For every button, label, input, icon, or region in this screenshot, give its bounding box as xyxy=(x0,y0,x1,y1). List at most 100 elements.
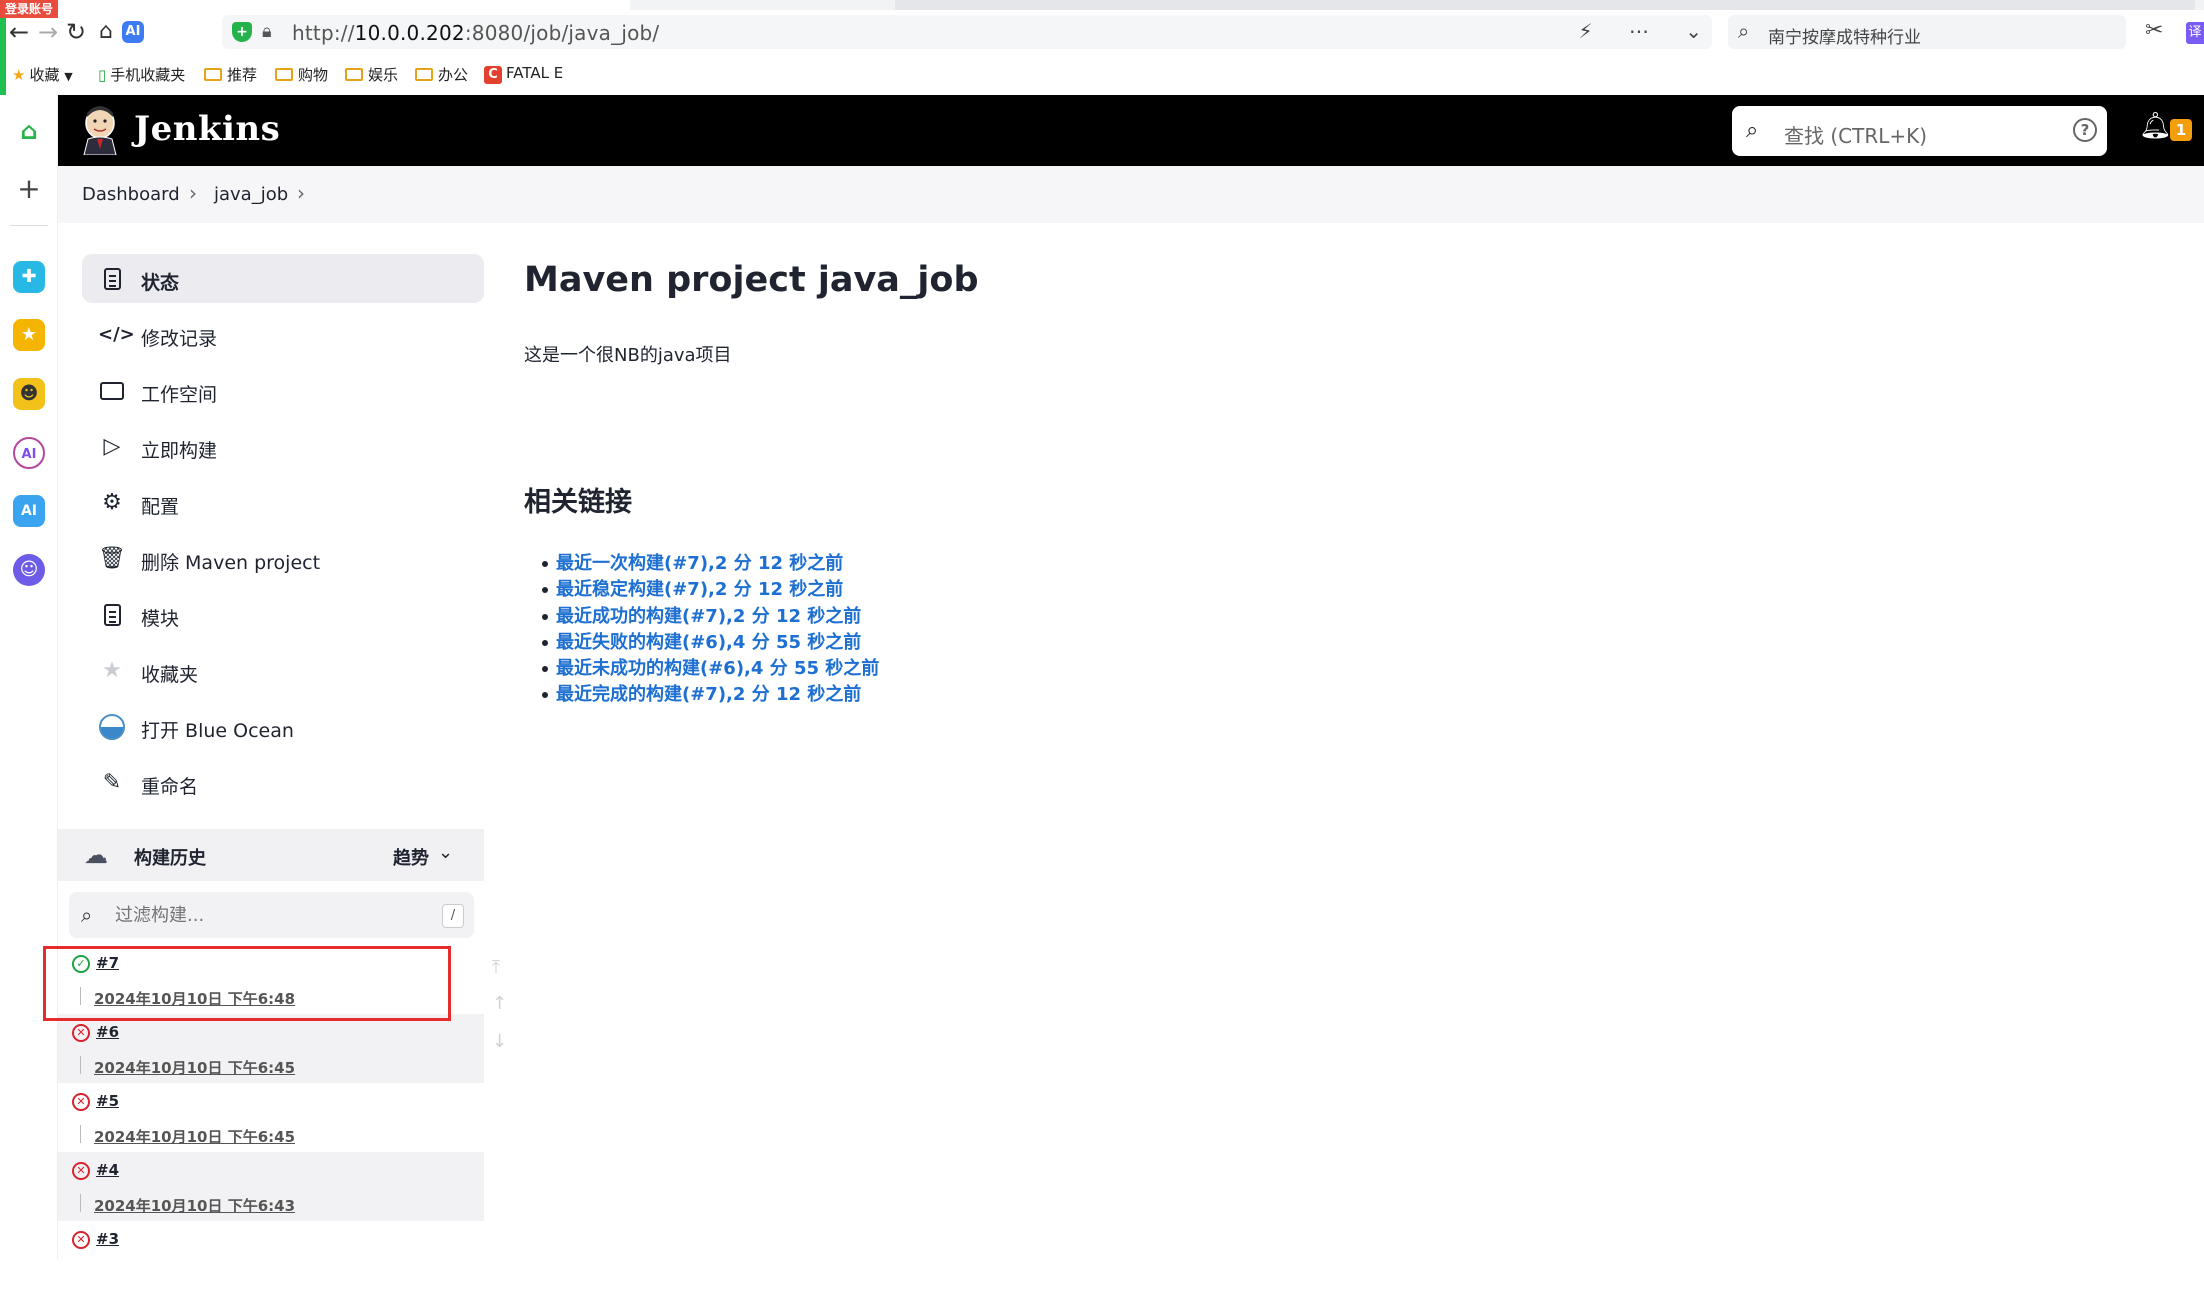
task-status[interactable]: 状态 xyxy=(82,254,484,303)
bookmark-folder-recommend[interactable]: 推荐 xyxy=(204,64,257,85)
chevron-right-icon[interactable]: › xyxy=(297,181,305,205)
build-number-link[interactable]: #6 xyxy=(96,1023,119,1041)
browser-tab[interactable] xyxy=(895,0,2195,10)
security-shield-icon[interactable]: + xyxy=(232,22,252,42)
link-last-unsuccessful-build[interactable]: 最近未成功的构建(#6),4 分 55 秒之前 xyxy=(556,658,879,679)
url-prefix: http:// xyxy=(292,21,355,45)
bell-icon[interactable]: 🔔︎ xyxy=(2139,111,2172,141)
task-label: 打开 Blue Ocean xyxy=(141,720,294,742)
task-rename[interactable]: ✎ 重命名 xyxy=(82,758,484,807)
browser-search-box[interactable]: ⌕ 南宁按摩成特种行业 xyxy=(1728,15,2126,49)
scroll-down-icon[interactable]: ↓ xyxy=(492,1031,507,1052)
build-date-link[interactable]: 2024年10月10日 下午6:43 xyxy=(94,1195,295,1216)
build-row[interactable]: ✕ #5 2024年10月10日 下午6:45 xyxy=(58,1083,484,1152)
build-row[interactable]: ✕ #6 2024年10月10日 下午6:45 xyxy=(58,1014,484,1083)
bookmark-fatal[interactable]: C FATAL E xyxy=(484,64,563,84)
caret-down-icon[interactable]: ▼ xyxy=(64,70,72,83)
tab-strip xyxy=(0,0,2204,10)
document-icon xyxy=(98,265,126,293)
play-icon: ▷ xyxy=(103,434,121,459)
app-icon-chat[interactable]: ☺ xyxy=(13,554,45,586)
address-bar[interactable]: + 🔒︎ http://10.0.0.202:8080/job/java_job… xyxy=(222,15,1712,49)
fatal-icon: C xyxy=(484,66,502,84)
breadcrumb-dashboard[interactable]: Dashboard xyxy=(82,184,180,205)
ai-assistant-icon[interactable]: AI xyxy=(122,21,144,43)
task-delete-project[interactable]: 🗑︎ 删除 Maven project xyxy=(82,534,484,583)
task-label: 立即构建 xyxy=(141,440,218,462)
link-last-completed-build[interactable]: 最近完成的构建(#7),2 分 12 秒之前 xyxy=(556,684,861,705)
scroll-top-icon[interactable]: ⤒ xyxy=(492,957,500,978)
build-number-link[interactable]: #4 xyxy=(96,1161,119,1179)
build-date-link[interactable]: 2024年10月10日 下午6:45 xyxy=(94,1126,295,1147)
search-icon: ⌕ xyxy=(1746,118,1759,143)
breadcrumb-java-job[interactable]: java_job xyxy=(214,184,288,205)
add-icon[interactable]: + xyxy=(13,173,45,205)
breadcrumb: Dashboard › java_job › xyxy=(58,166,2204,223)
translate-button[interactable]: 译 xyxy=(2186,22,2204,44)
folder-icon xyxy=(415,68,433,81)
bookmark-mobile[interactable]: ▯ 手机收藏夹 xyxy=(98,64,185,85)
notification-badge[interactable]: 1 xyxy=(2170,119,2192,141)
trend-button[interactable]: 趋势 xyxy=(393,844,429,870)
app-icon-ai-circle[interactable]: AI xyxy=(13,437,45,469)
scissors-icon[interactable]: ✂ xyxy=(2145,18,2163,43)
task-changes[interactable]: </> 修改记录 xyxy=(82,310,484,359)
task-build-now[interactable]: ▷ 立即构建 xyxy=(82,422,484,471)
trash-icon: 🗑︎ xyxy=(98,546,126,571)
folder-icon xyxy=(204,68,222,81)
back-icon[interactable]: ← xyxy=(5,18,33,46)
url-text[interactable]: http://10.0.0.202:8080/job/java_job/ xyxy=(292,21,659,45)
help-icon[interactable]: ? xyxy=(2073,118,2097,142)
list-item: 最近失败的构建(#6),4 分 55 秒之前 xyxy=(541,630,879,656)
reload-icon[interactable]: ↻ xyxy=(62,18,90,46)
browser-tab-active[interactable] xyxy=(60,0,630,10)
link-last-build[interactable]: 最近一次构建(#7),2 分 12 秒之前 xyxy=(556,553,843,574)
link-last-stable-build[interactable]: 最近稳定构建(#7),2 分 12 秒之前 xyxy=(556,579,843,600)
more-icon[interactable]: ⋯ xyxy=(1629,19,1649,43)
app-icon-robot[interactable]: ☻ xyxy=(13,378,45,410)
build-date-link[interactable]: 2024年10月10日 下午6:45 xyxy=(94,1057,295,1078)
link-last-failed-build[interactable]: 最近失败的构建(#6),4 分 55 秒之前 xyxy=(556,632,861,653)
app-icon-puzzle[interactable]: ✚ xyxy=(13,261,45,293)
build-row[interactable]: ✕ #4 2024年10月10日 下午6:43 xyxy=(58,1152,484,1221)
star-icon: ★ xyxy=(102,658,122,683)
task-modules[interactable]: 模块 xyxy=(82,590,484,639)
app-icon-ai[interactable]: AI xyxy=(13,495,45,527)
home-icon[interactable]: ⌂ xyxy=(13,115,45,147)
scroll-up-icon[interactable]: ↑ xyxy=(492,993,507,1014)
forward-icon[interactable]: → xyxy=(34,18,62,46)
bookmark-folder-shopping[interactable]: 购物 xyxy=(275,64,328,85)
chevron-down-icon[interactable]: ⌄ xyxy=(1685,19,1702,43)
jenkins-search-input[interactable]: 查找 (CTRL+K) xyxy=(1784,120,1927,149)
jenkins-logo-icon[interactable] xyxy=(80,105,120,155)
browser-search-text[interactable]: 南宁按摩成特种行业 xyxy=(1768,23,1921,48)
task-blue-ocean[interactable]: 打开 Blue Ocean xyxy=(82,702,484,751)
build-history-scroll-controls: ⤒ ↑ ↓ xyxy=(484,953,518,1068)
build-filter[interactable]: ⌕ / xyxy=(69,892,474,938)
build-number-link[interactable]: #3 xyxy=(96,1230,119,1248)
related-links-list: 最近一次构建(#7),2 分 12 秒之前 最近稳定构建(#7),2 分 12 … xyxy=(541,551,879,709)
link-last-successful-build[interactable]: 最近成功的构建(#7),2 分 12 秒之前 xyxy=(556,606,861,627)
folder-icon xyxy=(275,68,293,81)
task-workspace[interactable]: 工作空间 xyxy=(82,366,484,415)
lightning-icon[interactable]: ⚡︎ xyxy=(1578,19,1592,43)
build-row[interactable]: ✕ #3 xyxy=(58,1221,484,1290)
chevron-right-icon[interactable]: › xyxy=(189,181,197,205)
task-configure[interactable]: ⚙ 配置 xyxy=(82,478,484,527)
home-icon[interactable]: ⌂ xyxy=(92,18,120,46)
app-icon-star[interactable]: ★ xyxy=(13,319,45,351)
build-number-link[interactable]: #5 xyxy=(96,1092,119,1110)
jenkins-title[interactable]: Jenkins xyxy=(134,109,280,149)
chevron-down-icon[interactable]: ⌄ xyxy=(438,842,453,863)
task-favorite[interactable]: ★ 收藏夹 xyxy=(82,646,484,695)
bookmark-label: 手机收藏夹 xyxy=(110,66,186,84)
list-item: 最近未成功的构建(#6),4 分 55 秒之前 xyxy=(541,656,879,682)
url-host: 10.0.0.202 xyxy=(354,21,465,45)
build-filter-input[interactable] xyxy=(115,905,415,926)
jenkins-search-box[interactable]: ⌕ 查找 (CTRL+K) ? xyxy=(1732,106,2107,156)
failure-x-icon: ✕ xyxy=(72,1162,90,1180)
bookmark-favorites[interactable]: ★ 收藏 ▼ xyxy=(12,64,73,85)
bookmark-folder-entertainment[interactable]: 娱乐 xyxy=(345,64,398,85)
bookmark-folder-office[interactable]: 办公 xyxy=(415,64,468,85)
insecure-lock-icon[interactable]: 🔒︎ xyxy=(262,21,272,42)
